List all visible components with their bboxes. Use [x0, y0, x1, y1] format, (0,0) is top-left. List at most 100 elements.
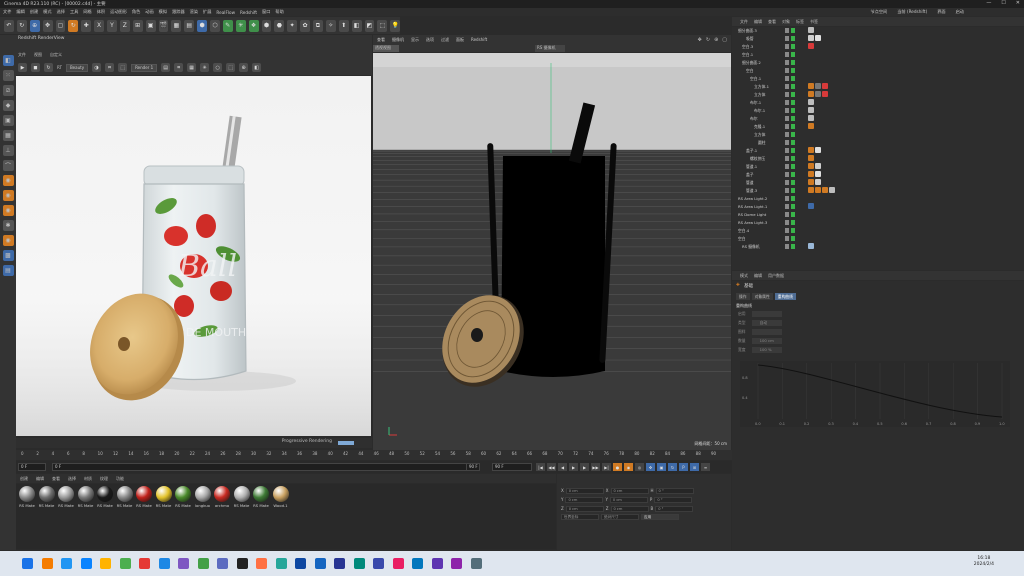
- toolbar-button[interactable]: ▣: [145, 19, 156, 32]
- toolbar-button[interactable]: X: [94, 19, 104, 32]
- object-tag-icon[interactable]: [815, 163, 821, 169]
- taskbar-app-icon[interactable]: [314, 558, 326, 569]
- object-row[interactable]: RS Dome Light: [732, 211, 1024, 219]
- taskbar-app-icon[interactable]: [470, 558, 482, 569]
- object-tag-icon[interactable]: [808, 155, 814, 161]
- record-icon[interactable]: ●: [613, 463, 622, 471]
- object-tag-icon[interactable]: [808, 91, 814, 97]
- crop-icon[interactable]: ⌗: [105, 63, 115, 72]
- taskbar-app-icon[interactable]: [61, 558, 72, 569]
- visibility-flag[interactable]: [785, 36, 789, 41]
- object-row[interactable]: RS 摄像机: [732, 243, 1024, 251]
- material-menu-item[interactable]: 功能: [116, 476, 124, 482]
- enabled-check[interactable]: [791, 84, 795, 89]
- edges-mode-icon[interactable]: ⧄: [2, 85, 14, 96]
- layout-icon[interactable]: ▢: [722, 37, 727, 43]
- attr-field-value[interactable]: 100 cm: [751, 338, 782, 344]
- toolbar-button[interactable]: ⊞: [132, 19, 143, 32]
- menu-item[interactable]: 模式: [43, 9, 51, 15]
- material-menu-item[interactable]: 查看: [52, 476, 60, 482]
- workplane-icon[interactable]: ◉: [2, 175, 14, 186]
- material-swatch[interactable]: RS Mate: [57, 486, 75, 547]
- object-tag-icon[interactable]: [808, 179, 814, 185]
- fit-icon[interactable]: ⬚: [226, 63, 236, 72]
- toolbar-button[interactable]: ⊕: [29, 19, 40, 32]
- object-tag-icon[interactable]: [829, 187, 835, 193]
- enabled-check[interactable]: [791, 196, 795, 201]
- toolbar-button[interactable]: ◩: [364, 19, 375, 32]
- bucket-icon[interactable]: ⌗: [174, 63, 184, 72]
- material-swatch[interactable]: RS Mate: [18, 486, 36, 547]
- coord-position-field[interactable]: 0 cm: [565, 497, 604, 503]
- toolbar-button[interactable]: 💡: [390, 19, 401, 32]
- timeline-ruler[interactable]: 0 2 4 6 8 10 12 14 16 18 20 22 24 26 28 30 32 34 36 38 40 42 4…: [16, 450, 732, 460]
- max-frame-field[interactable]: 90 F: [492, 463, 532, 471]
- points-mode-icon[interactable]: ⁙: [2, 70, 14, 81]
- visibility-flag[interactable]: [785, 60, 789, 65]
- taskbar-app-icon[interactable]: [217, 558, 228, 569]
- enabled-check[interactable]: [791, 236, 795, 241]
- attr-field-value[interactable]: [751, 329, 782, 335]
- enabled-check[interactable]: [791, 188, 795, 193]
- menu-right-item[interactable]: 界面: [937, 9, 945, 15]
- menu-item[interactable]: 文件: [3, 9, 11, 15]
- object-row[interactable]: 盖子.1: [732, 147, 1024, 155]
- menu-item[interactable]: RealFlow: [216, 10, 235, 15]
- object-menu-item[interactable]: 标签: [796, 19, 804, 25]
- coord-mode-dropdown[interactable]: 世界坐标: [561, 514, 599, 520]
- texture-mode-icon[interactable]: ▦: [2, 130, 14, 141]
- menu-item[interactable]: 跟踪器: [172, 9, 185, 15]
- toolbar-button[interactable]: Z: [119, 19, 130, 32]
- zoom-icon[interactable]: ⊕: [239, 63, 249, 72]
- menu-item[interactable]: 体积: [97, 9, 105, 15]
- settings-icon[interactable]: ✳: [200, 63, 210, 72]
- compare-icon[interactable]: ◧: [252, 63, 262, 72]
- toolbar-button[interactable]: ⬆: [338, 19, 349, 32]
- visibility-flag[interactable]: [785, 28, 789, 33]
- object-row[interactable]: 空白.1: [732, 75, 1024, 83]
- menu-right-item[interactable]: 当前 (Redshift): [897, 9, 927, 15]
- menu-right-item[interactable]: 启动: [956, 9, 964, 15]
- close-icon[interactable]: ✕: [1016, 0, 1020, 6]
- object-row[interactable]: 布尔.1: [732, 107, 1024, 115]
- toolbar-button[interactable]: ◧: [351, 19, 362, 32]
- visibility-flag[interactable]: [785, 76, 789, 81]
- visibility-flag[interactable]: [785, 132, 789, 137]
- taskbar-app-icon[interactable]: [392, 558, 404, 569]
- attr-tab[interactable]: 操作: [736, 293, 750, 300]
- material-swatch[interactable]: RS Mate: [38, 486, 56, 547]
- enabled-check[interactable]: [791, 132, 795, 137]
- enabled-check[interactable]: [791, 68, 795, 73]
- object-tag-icon[interactable]: [808, 99, 814, 105]
- enabled-check[interactable]: [791, 100, 795, 105]
- enabled-check[interactable]: [791, 228, 795, 233]
- object-tag-icon[interactable]: [815, 91, 821, 97]
- object-tag-icon[interactable]: [808, 147, 814, 153]
- renderview-menu-item[interactable]: 视图: [34, 52, 42, 58]
- start-frame-field[interactable]: 0 F: [18, 463, 46, 471]
- layers-icon[interactable]: ▤: [2, 265, 14, 276]
- object-tag-icon[interactable]: [822, 83, 828, 89]
- goto-start-icon[interactable]: |◀: [536, 463, 545, 471]
- object-row[interactable]: 细分曲面.2: [732, 59, 1024, 67]
- visibility-flag[interactable]: [785, 212, 789, 217]
- viewport-tab[interactable]: 透视视图: [373, 45, 399, 52]
- visibility-flag[interactable]: [785, 220, 789, 225]
- refresh-icon[interactable]: ↻: [44, 63, 53, 72]
- prev-key-icon[interactable]: ◀◀: [547, 463, 556, 471]
- visibility-flag[interactable]: [785, 100, 789, 105]
- visibility-flag[interactable]: [785, 124, 789, 129]
- object-tag-icon[interactable]: [808, 43, 814, 49]
- taskbar-app-icon[interactable]: [197, 558, 209, 569]
- coord-size-dropdown[interactable]: 绝对尺寸: [601, 514, 639, 520]
- enabled-check[interactable]: [791, 44, 795, 49]
- viewport-menu-item[interactable]: Redshift: [471, 37, 487, 43]
- visibility-flag[interactable]: [785, 244, 789, 249]
- enabled-check[interactable]: [791, 172, 795, 177]
- enabled-check[interactable]: [791, 204, 795, 209]
- move-view-icon[interactable]: ✥: [698, 37, 702, 43]
- object-row[interactable]: 空白.1: [732, 51, 1024, 59]
- object-menu-item[interactable]: 编辑: [754, 19, 762, 25]
- enabled-check[interactable]: [791, 28, 795, 33]
- object-tag-icon[interactable]: [808, 83, 814, 89]
